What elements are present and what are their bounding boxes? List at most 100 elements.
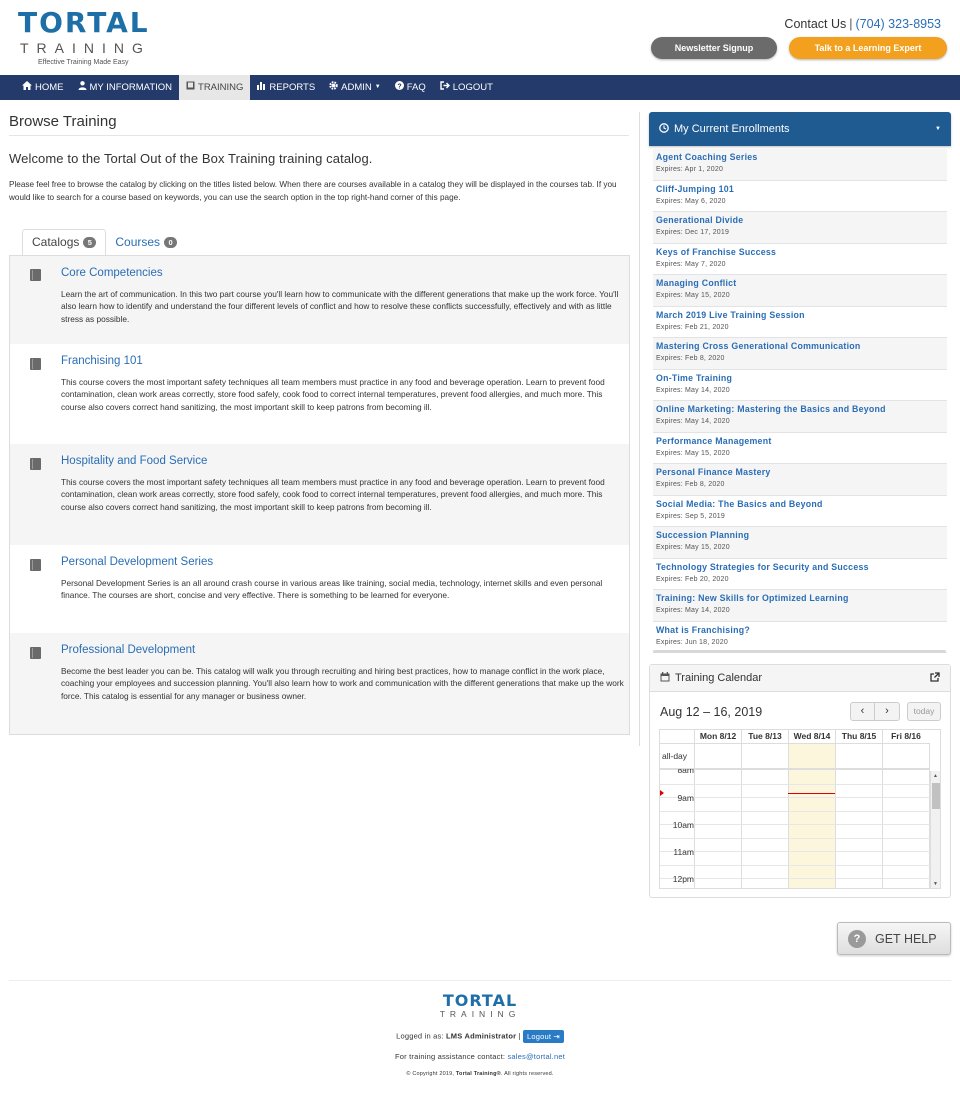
time-row-line: [660, 838, 930, 839]
enrollment-title-link[interactable]: Succession Planning: [656, 529, 944, 542]
nav-admin[interactable]: ADMIN ▼: [322, 75, 388, 100]
book-icon: [29, 268, 43, 282]
day-header: Tue 8/13: [741, 730, 788, 743]
catalog-item: Personal Development Series Personal Dev…: [10, 545, 629, 633]
enrollment-title-link[interactable]: Cliff-Jumping 101: [656, 183, 944, 196]
catalog-title-link[interactable]: Professional Development: [61, 644, 195, 656]
current-enrollments-panel: My Current Enrollments ▼ Agent Coaching …: [649, 112, 951, 653]
enrollment-item: Personal Finance Mastery Expires: Feb 8, …: [653, 464, 947, 496]
footer-logo-subtitle: TRAINING: [439, 1009, 521, 1019]
contact-us-link[interactable]: Contact Us: [784, 17, 846, 31]
enrollment-item: Managing Conflict Expires: May 15, 2020: [653, 275, 947, 307]
catalog-title-link[interactable]: Hospitality and Food Service: [61, 455, 207, 467]
catalog-description: Learn the art of communication. In this …: [61, 289, 619, 324]
all-day-row: all-day: [660, 743, 930, 770]
nav-admin-label: ADMIN: [341, 82, 372, 93]
enrollment-item: Agent Coaching Series Expires: Apr 1, 202…: [653, 149, 947, 181]
enrollment-expiry: Expires: Sep 5, 2019: [656, 512, 725, 520]
nav-reports-label: REPORTS: [269, 82, 316, 93]
tab-courses-label: Courses: [115, 235, 161, 249]
catalog-description: Personal Development Series is an all ar…: [61, 578, 603, 601]
enrollment-title-link[interactable]: Personal Finance Mastery: [656, 466, 944, 479]
enrollment-expiry: Expires: May 14, 2020: [656, 418, 730, 425]
nav-training[interactable]: TRAINING: [179, 75, 251, 100]
footer-logout-button[interactable]: Logout ⇥: [522, 1030, 564, 1043]
enrollment-item: Social Media: The Basics and Beyond Expir…: [653, 496, 947, 527]
caret-down-icon[interactable]: ▼: [935, 126, 941, 132]
enrollment-title-link[interactable]: Online Marketing: Mastering the Basics a…: [656, 403, 944, 416]
catalog-title-link[interactable]: Franchising 101: [61, 355, 143, 367]
day-header: Fri 8/16: [882, 730, 929, 743]
contact-separator: |: [849, 17, 853, 31]
logged-in-user: LMS Administrator: [446, 1031, 517, 1041]
calendar-prev-button[interactable]: ‹: [850, 702, 875, 721]
catalog-item: Professional Development Become the best…: [10, 633, 629, 734]
calendar-title: Training Calendar: [675, 672, 763, 684]
catalog-title-link[interactable]: Personal Development Series: [61, 556, 213, 568]
clock-icon: [659, 122, 669, 136]
phone-link[interactable]: (704) 323-8953: [856, 17, 941, 31]
enrollment-item: Cliff-Jumping 101 Expires: May 6, 2020: [653, 181, 947, 212]
footer-separator: |: [518, 1031, 521, 1041]
calendar-next-button[interactable]: ›: [874, 702, 900, 721]
sign-out-icon: ⇥: [553, 1032, 560, 1041]
external-link-icon[interactable]: [930, 671, 940, 685]
catalog-tabs: Catalogs 5 Courses 0: [22, 229, 186, 256]
scrollbar-thumb[interactable]: [932, 783, 940, 809]
enrollment-title-link[interactable]: Mastering Cross Generational Communicati…: [656, 340, 944, 353]
newsletter-signup-button[interactable]: Newsletter Signup: [651, 37, 777, 59]
enrollment-title-link[interactable]: Agent Coaching Series: [656, 151, 944, 164]
calendar-week-grid: Mon 8/12 Tue 8/13 Wed 8/14 Thu 8/15 Fri …: [659, 729, 941, 889]
nav-my-information[interactable]: MY INFORMATION: [71, 75, 180, 100]
time-row-line: [660, 811, 930, 812]
enrollment-expiry: Expires: Apr 1, 2020: [656, 166, 724, 173]
page-title: Browse Training: [9, 113, 117, 130]
footer-logo-wordmark: TORTAL: [442, 991, 518, 1010]
enrollment-item: Succession Planning Expires: May 15, 2020: [653, 527, 947, 559]
scroll-up-icon[interactable]: ▲: [933, 773, 938, 779]
tab-catalogs[interactable]: Catalogs 5: [22, 229, 107, 256]
nav-home[interactable]: HOME: [15, 75, 71, 100]
tortal-logo[interactable]: TORTAL TRAINING Effective Training Made …: [18, 8, 178, 67]
catalog-description: This course covers the most important sa…: [61, 377, 605, 412]
enrollment-list: Agent Coaching Series Expires: Apr 1, 202…: [649, 146, 951, 653]
nav-home-label: HOME: [35, 82, 64, 93]
enrollment-title-link[interactable]: Managing Conflict: [656, 277, 944, 290]
get-help-button[interactable]: ? GET HELP: [837, 922, 951, 955]
time-label: 9am: [677, 793, 694, 803]
nav-logout[interactable]: LOGOUT: [433, 75, 500, 100]
scroll-down-icon[interactable]: ▼: [933, 881, 938, 887]
nav-my-information-label: MY INFORMATION: [89, 82, 173, 93]
enrollment-expiry: Expires: Dec 17, 2019: [656, 229, 730, 236]
training-calendar: Training Calendar Aug 12 – 16, 2019 ‹ › …: [649, 664, 951, 898]
enrollment-title-link[interactable]: March 2019 Live Training Session: [656, 309, 944, 322]
nav-reports[interactable]: REPORTS: [250, 75, 322, 100]
enrollment-title-link[interactable]: Keys of Franchise Success: [656, 246, 944, 259]
enrollment-item: Mastering Cross Generational Communicati…: [653, 338, 947, 370]
nav-faq[interactable]: ? FAQ: [388, 75, 433, 100]
enrollment-title-link[interactable]: Social Media: The Basics and Beyond: [656, 498, 944, 511]
now-indicator-line: [788, 793, 835, 794]
copyright-suffix: . All rights reserved.: [500, 1071, 554, 1077]
enrollment-title-link[interactable]: Training: New Skills for Optimized Learn…: [656, 592, 944, 605]
sign-out-icon: [440, 75, 450, 100]
tab-courses[interactable]: Courses 0: [106, 229, 186, 256]
enrollments-header[interactable]: My Current Enrollments ▼: [649, 112, 951, 146]
calendar-today-button[interactable]: today: [907, 702, 941, 721]
welcome-heading: Welcome to the Tortal Out of the Box Tra…: [9, 151, 373, 166]
talk-to-expert-button[interactable]: Talk to a Learning Expert: [789, 37, 947, 59]
calendar-scrollbar[interactable]: ▲ ▼: [930, 771, 940, 888]
time-row-line: [660, 797, 930, 798]
enrollment-title-link[interactable]: Generational Divide: [656, 214, 944, 227]
enrollment-title-link[interactable]: What is Franchising?: [656, 624, 944, 637]
enrollment-title-link[interactable]: On-Time Training: [656, 372, 944, 385]
time-row-line: [660, 784, 930, 785]
book-icon: [29, 646, 43, 660]
enrollment-expiry: Expires: May 15, 2020: [656, 449, 730, 457]
enrollment-title-link[interactable]: Technology Strategies for Security and S…: [656, 561, 944, 574]
catalog-title-link[interactable]: Core Competencies: [61, 267, 163, 279]
enrollment-item: Keys of Franchise Success Expires: May 7,…: [653, 244, 947, 275]
footer-divider: [9, 980, 951, 981]
enrollment-title-link[interactable]: Performance Management: [656, 435, 944, 448]
assist-email-link[interactable]: sales@tortal.net: [507, 1052, 565, 1061]
